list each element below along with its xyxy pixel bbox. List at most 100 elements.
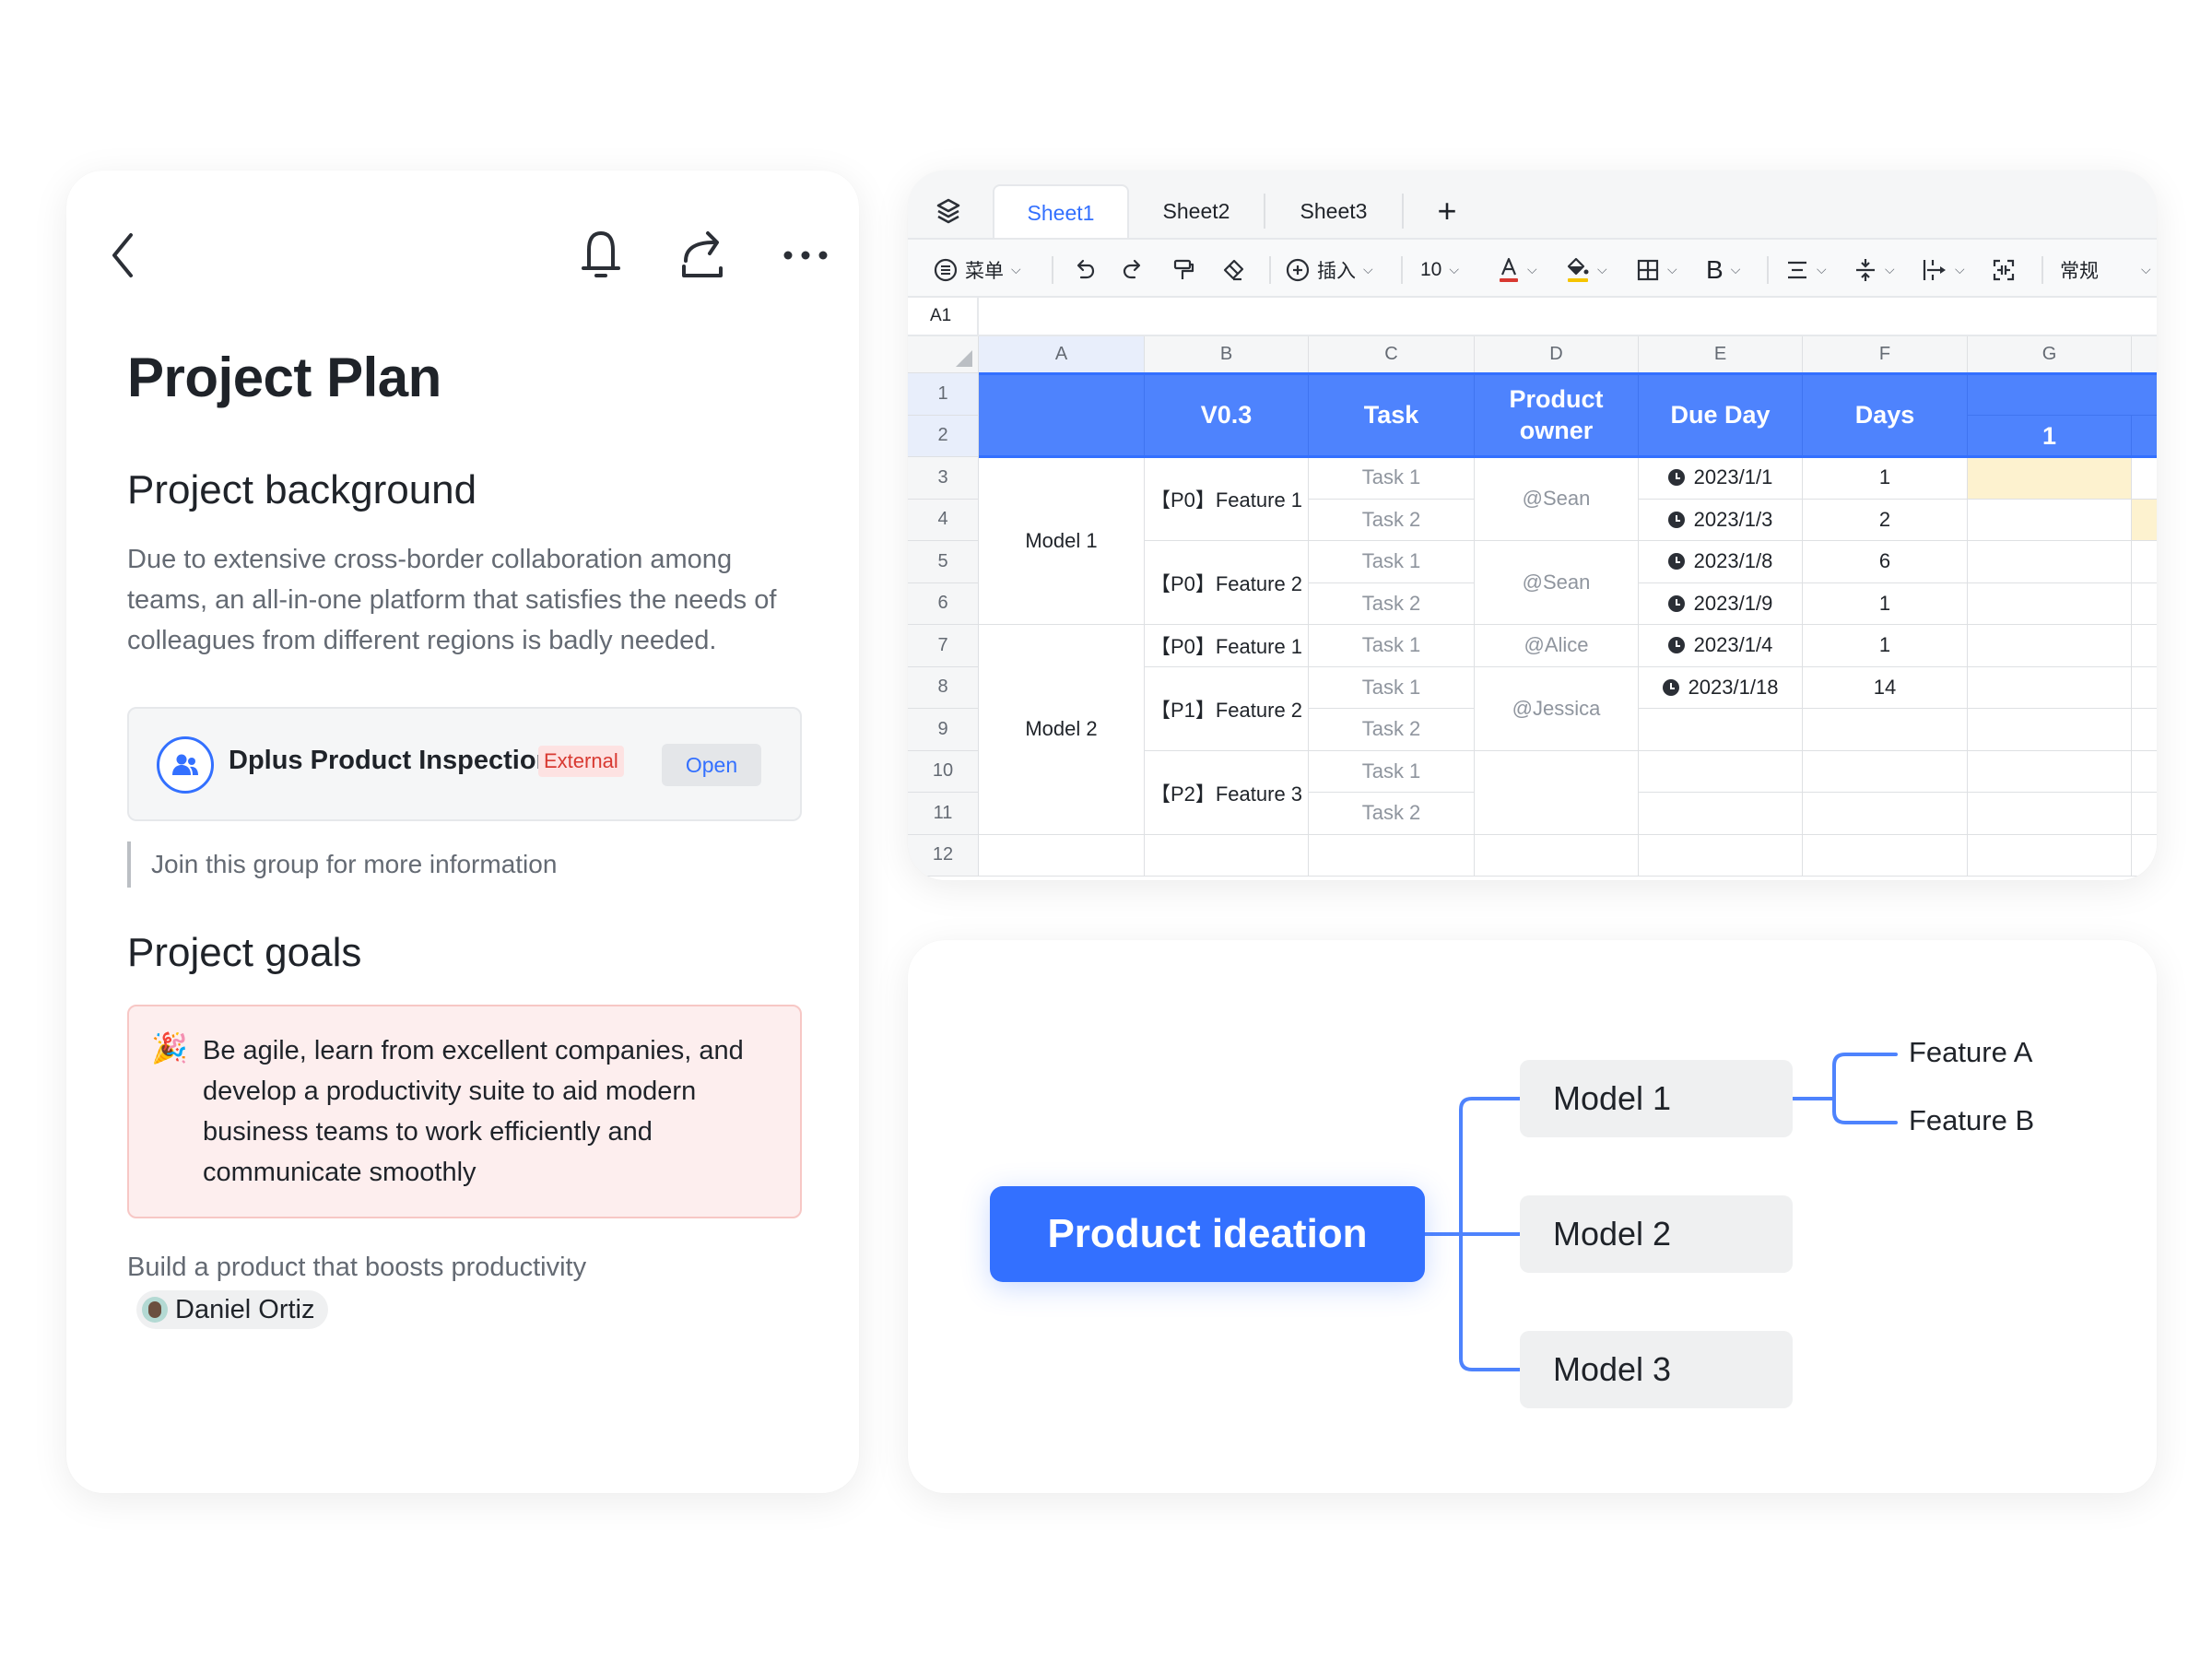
cell-empty[interactable] xyxy=(2132,793,2157,835)
back-button[interactable] xyxy=(94,226,153,285)
tab-sheet2[interactable]: Sheet2 xyxy=(1129,184,1264,238)
node-feature-b[interactable]: Feature B xyxy=(1909,1104,2034,1137)
cell-days[interactable]: 2 xyxy=(1803,499,1968,541)
header-cell-g2[interactable]: 1 xyxy=(1968,415,2132,457)
cell-days[interactable]: 1 xyxy=(1803,625,1968,667)
cell-owner[interactable]: @Sean xyxy=(1475,541,1639,625)
cell-empty[interactable] xyxy=(1639,834,1803,877)
header-cell-a[interactable] xyxy=(979,373,1145,457)
merge-cells-button[interactable] xyxy=(1992,240,2016,300)
select-all-corner[interactable] xyxy=(908,336,979,373)
cell-feature[interactable]: 【P2】Feature 3 xyxy=(1145,750,1309,835)
cell-task[interactable]: Task 1 xyxy=(1309,457,1475,500)
cell-task[interactable]: Task 2 xyxy=(1309,582,1475,625)
cell-empty[interactable] xyxy=(2132,834,2157,877)
cell-due-date[interactable]: 2023/1/1 xyxy=(1639,457,1803,500)
column-header-c[interactable]: C xyxy=(1309,336,1475,373)
cell-due-date[interactable]: 2023/1/3 xyxy=(1639,499,1803,541)
border-button[interactable]: ⌵ xyxy=(1636,240,1677,300)
cell-task[interactable]: Task 1 xyxy=(1309,750,1475,793)
notification-button[interactable] xyxy=(571,226,630,285)
cell-empty[interactable] xyxy=(1639,793,1803,835)
cell-empty[interactable] xyxy=(1968,582,2132,625)
cell-empty[interactable] xyxy=(1968,834,2132,877)
cell-empty[interactable] xyxy=(1639,750,1803,793)
cell-feature[interactable]: 【P0】Feature 2 xyxy=(1145,541,1309,625)
header-cell-version[interactable]: V0.3 xyxy=(1145,373,1309,457)
cell-owner[interactable]: @Jessica xyxy=(1475,666,1639,751)
node-model-2[interactable]: Model 2 xyxy=(1520,1195,1793,1273)
column-header-e[interactable]: E xyxy=(1639,336,1803,373)
cell-model-1[interactable]: Model 1 xyxy=(979,457,1145,625)
cell-reference[interactable]: A1 xyxy=(908,298,979,335)
clear-format-button[interactable] xyxy=(1221,240,1245,300)
row-header-2[interactable]: 2 xyxy=(908,415,979,457)
cell-task[interactable]: Task 1 xyxy=(1309,666,1475,709)
fill-color-button[interactable]: ⌵ xyxy=(1566,240,1607,300)
column-header-d[interactable]: D xyxy=(1475,336,1639,373)
row-header-7[interactable]: 7 xyxy=(908,625,979,667)
text-wrap-button[interactable]: ⌵ xyxy=(1922,240,1965,300)
redo-button[interactable] xyxy=(1122,240,1146,300)
row-header-10[interactable]: 10 xyxy=(908,750,979,793)
cell-empty[interactable] xyxy=(2132,750,2157,793)
cell-due-date[interactable]: 2023/1/18 xyxy=(1639,666,1803,709)
cell-empty[interactable] xyxy=(1968,541,2132,583)
cell-days[interactable]: 14 xyxy=(1803,666,1968,709)
group-card[interactable]: Dplus Product Inspection External Open xyxy=(127,707,802,821)
node-feature-a[interactable]: Feature A xyxy=(1909,1036,2032,1069)
vertical-align-button[interactable]: ⌵ xyxy=(1853,240,1895,300)
cell-empty[interactable] xyxy=(1968,499,2132,541)
cell-days[interactable]: 1 xyxy=(1803,457,1968,500)
add-sheet-button[interactable]: + xyxy=(1415,184,1479,238)
node-model-3[interactable]: Model 3 xyxy=(1520,1331,1793,1408)
row-header-8[interactable]: 8 xyxy=(908,666,979,709)
row-header-12[interactable]: 12 xyxy=(908,834,979,877)
cell-highlight[interactable] xyxy=(2132,499,2157,541)
cell-empty[interactable] xyxy=(2132,541,2157,583)
cell-days[interactable]: 6 xyxy=(1803,541,1968,583)
cell-empty[interactable] xyxy=(1639,709,1803,751)
node-model-1[interactable]: Model 1 xyxy=(1520,1060,1793,1137)
cell-empty[interactable] xyxy=(1803,834,1968,877)
font-size-select[interactable]: 10 ⌵ xyxy=(1420,240,1459,300)
cell-empty[interactable] xyxy=(1803,793,1968,835)
cell-owner-empty[interactable] xyxy=(1475,750,1639,835)
insert-button[interactable]: 插入 ⌵ xyxy=(1286,240,1373,300)
cell-feature[interactable]: 【P1】Feature 2 xyxy=(1145,666,1309,751)
cell-empty[interactable] xyxy=(1968,666,2132,709)
formula-input[interactable] xyxy=(981,298,2157,335)
row-header-5[interactable]: 5 xyxy=(908,541,979,583)
tab-sheet1[interactable]: Sheet1 xyxy=(993,184,1129,238)
format-painter-button[interactable] xyxy=(1171,240,1195,300)
cell-due-date[interactable]: 2023/1/9 xyxy=(1639,582,1803,625)
cell-empty[interactable] xyxy=(2132,457,2157,500)
cell-b12[interactable] xyxy=(1145,834,1309,877)
cell-empty[interactable] xyxy=(2132,625,2157,667)
cell-empty[interactable] xyxy=(2132,582,2157,625)
horizontal-align-button[interactable]: ⌵ xyxy=(1785,240,1827,300)
column-header-f[interactable]: F xyxy=(1803,336,1968,373)
bold-button[interactable]: B ⌵ xyxy=(1706,240,1740,300)
cell-c12[interactable] xyxy=(1309,834,1475,877)
row-header-3[interactable]: 3 xyxy=(908,457,979,500)
cell-empty[interactable] xyxy=(1968,625,2132,667)
column-header-h[interactable] xyxy=(2132,336,2157,373)
more-button[interactable] xyxy=(776,226,835,285)
cell-due-date[interactable]: 2023/1/8 xyxy=(1639,541,1803,583)
cell-owner[interactable]: @Alice xyxy=(1475,625,1639,667)
row-header-6[interactable]: 6 xyxy=(908,582,979,625)
undo-button[interactable] xyxy=(1072,240,1096,300)
header-cell-g1[interactable] xyxy=(1968,373,2157,416)
header-cell-h2[interactable] xyxy=(2132,415,2157,457)
cell-empty[interactable] xyxy=(2132,666,2157,709)
row-header-11[interactable]: 11 xyxy=(908,793,979,835)
row-header-4[interactable]: 4 xyxy=(908,499,979,541)
number-format-select[interactable]: 常规 ⌵ xyxy=(2060,240,2151,300)
cell-task[interactable]: Task 1 xyxy=(1309,541,1475,583)
cell-a12[interactable] xyxy=(979,834,1145,877)
cell-model-2[interactable]: Model 2 xyxy=(979,625,1145,835)
font-color-button[interactable]: ⌵ xyxy=(1498,240,1537,300)
root-node[interactable]: Product ideation xyxy=(990,1186,1425,1282)
header-cell-task[interactable]: Task xyxy=(1309,373,1475,457)
